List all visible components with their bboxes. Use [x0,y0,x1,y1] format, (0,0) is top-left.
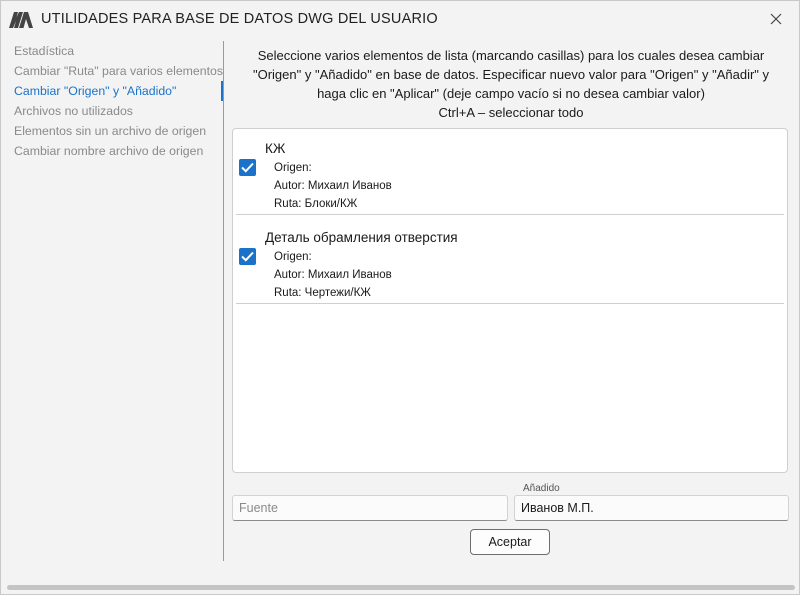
instructions-text: Seleccione varios elementos de lista (ma… [233,46,789,122]
sidebar-item-statistics[interactable]: Estadística [1,41,223,61]
title-bar: UTILIDADES PARA BASE DE DATOS DWG DEL US… [1,1,799,37]
horizontal-scrollbar[interactable] [7,585,795,590]
sidebar-item-change-path[interactable]: Cambiar "Ruta" para varios elementos [1,61,223,81]
accept-button[interactable]: Aceptar [470,529,550,555]
sidebar-nav: Estadística Cambiar "Ruta" para varios e… [1,41,223,161]
instructions-line: "Origen" y "Añadido" en base de datos. E… [252,67,770,82]
sidebar-divider [223,41,224,561]
item-path: Ruta: Блоки/КЖ [274,198,358,210]
shortcut-hint: Ctrl+A – seleccionar todo [438,105,584,120]
dialog-window: UTILIDADES PARA BASE DE DATOS DWG DEL US… [0,0,800,595]
checkmark-icon [241,162,254,173]
app-logo-icon [9,12,33,28]
row-divider [236,303,784,304]
sidebar-item-unused-files[interactable]: Archivos no utilizados [1,101,223,121]
item-title: Деталь обрамления отверстия [265,230,458,245]
added-input[interactable] [514,495,789,521]
list-item[interactable]: КЖ Origen: Autor: Михаил Иванов Ruta: Бл… [236,129,784,215]
instructions-line: Seleccione varios elementos de lista (ma… [257,48,765,63]
instructions-line: haga clic en "Aplicar" (deje campo vacío… [317,86,705,101]
close-icon [770,13,782,25]
list-item[interactable]: Деталь обрамления отверстия Origen: Auto… [236,218,784,304]
sidebar-item-change-origin-added[interactable]: Cambiar "Origen" y "Añadido" [1,81,223,101]
row-divider [236,214,784,215]
item-origin: Origen: [274,162,312,174]
sidebar-item-rename-source-file[interactable]: Cambiar nombre archivo de origen [1,141,223,161]
source-input[interactable] [232,495,508,521]
added-field-caption: Añadido [523,483,560,494]
item-author: Autor: Михаил Иванов [274,269,392,281]
item-checkbox[interactable] [239,248,256,265]
checkmark-icon [241,251,254,262]
item-checkbox[interactable] [239,159,256,176]
close-button[interactable] [763,7,789,31]
sidebar-item-items-without-source[interactable]: Elementos sin un archivo de origen [1,121,223,141]
window-title: UTILIDADES PARA BASE DE DATOS DWG DEL US… [41,11,438,27]
elements-list[interactable]: КЖ Origen: Autor: Михаил Иванов Ruta: Бл… [232,128,788,473]
item-author: Autor: Михаил Иванов [274,180,392,192]
item-path: Ruta: Чертежи/КЖ [274,287,371,299]
item-title: КЖ [265,141,286,156]
item-origin: Origen: [274,251,312,263]
